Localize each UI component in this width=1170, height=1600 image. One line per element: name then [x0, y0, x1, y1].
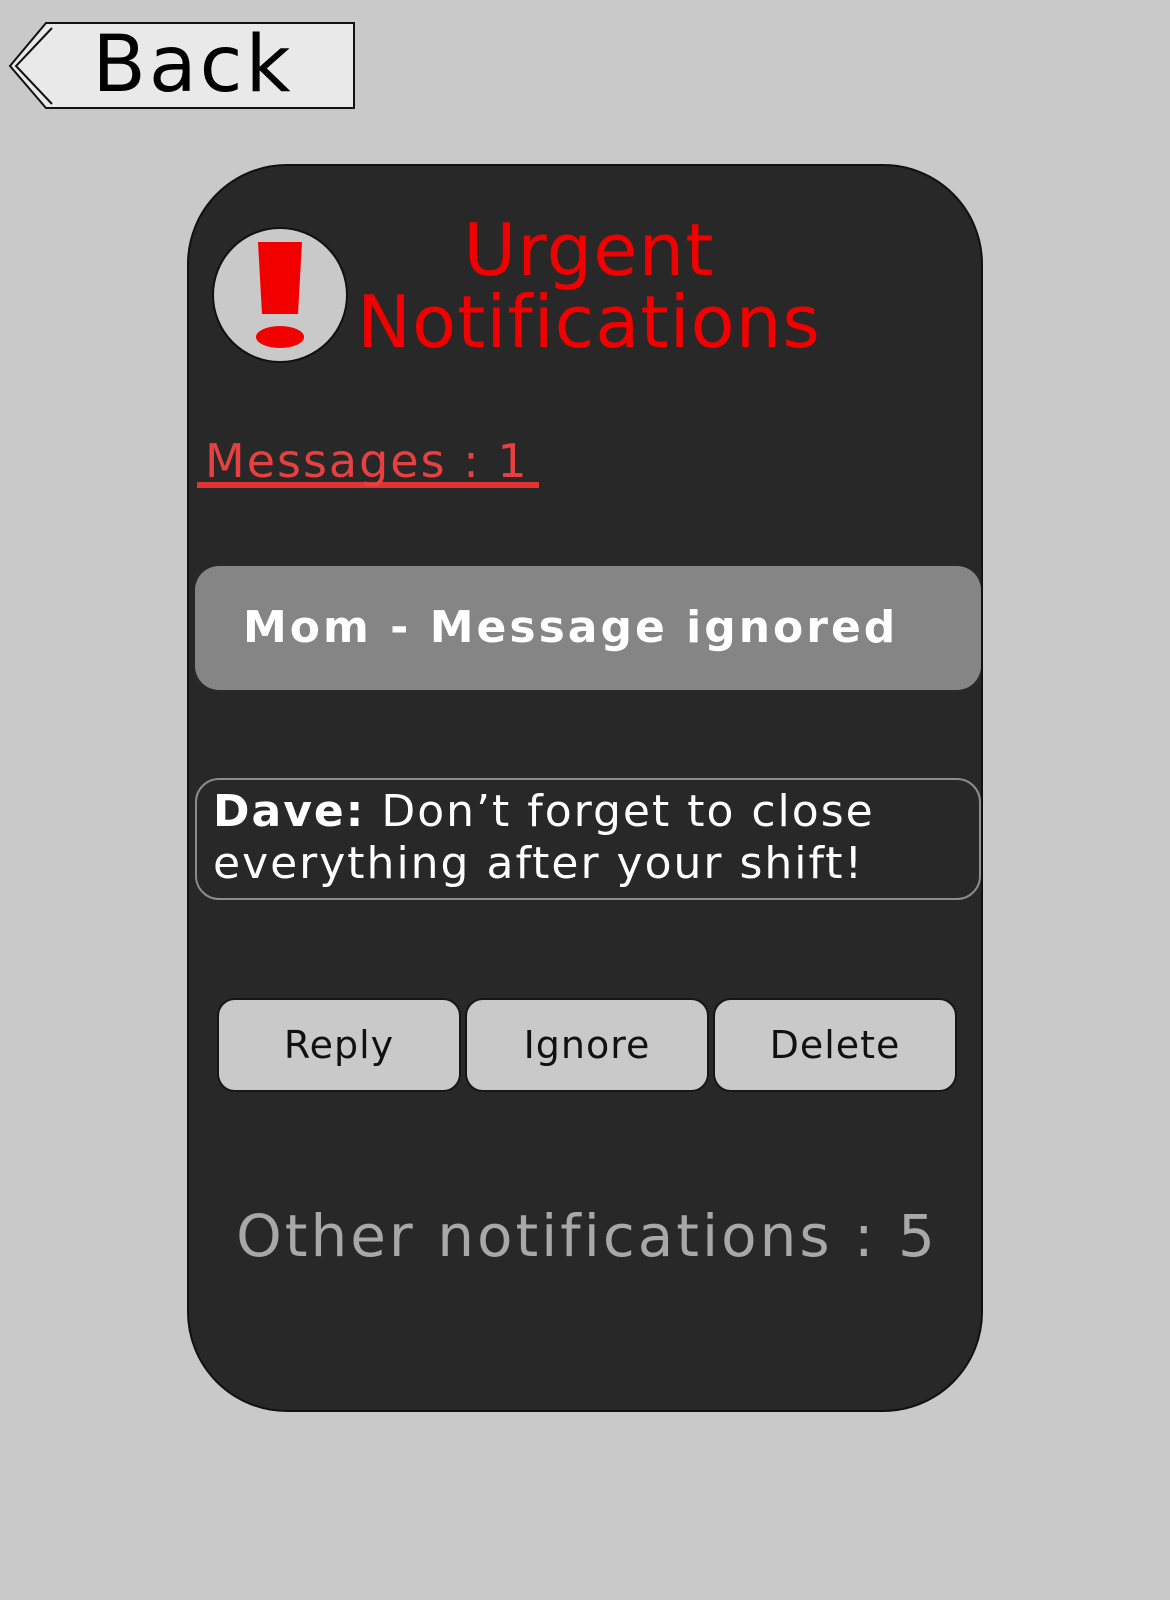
back-button[interactable]: Back	[8, 22, 356, 110]
message-body-line1: Don’t forget to close	[365, 786, 875, 837]
reply-button[interactable]: Reply	[217, 998, 461, 1092]
message-sender: Dave:	[213, 786, 366, 837]
message-actions: Reply Ignore Delete	[217, 998, 957, 1094]
back-button-label: Back	[92, 20, 294, 110]
message-line-1: Dave: Don’t forget to close	[213, 786, 979, 838]
delete-button[interactable]: Delete	[713, 998, 957, 1092]
messages-count-link[interactable]: Messages : 1	[197, 438, 539, 488]
ignored-message-text: Mom - Message ignored	[243, 602, 899, 653]
page-title-line1: Urgent	[463, 208, 715, 292]
page-title: Urgent Notifications	[329, 214, 849, 358]
message-body-line2: everything after your shift!	[213, 838, 865, 889]
ignored-message-notice: Mom - Message ignored	[195, 566, 981, 690]
notifications-panel: Urgent Notifications Messages : 1 Mom - …	[187, 164, 983, 1412]
message-preview: Dave: Don’t forget to close everything a…	[195, 778, 981, 900]
ignore-button[interactable]: Ignore	[465, 998, 709, 1092]
page-title-line2: Notifications	[357, 280, 821, 364]
other-notifications-link[interactable]: Other notifications : 5	[189, 1204, 985, 1268]
